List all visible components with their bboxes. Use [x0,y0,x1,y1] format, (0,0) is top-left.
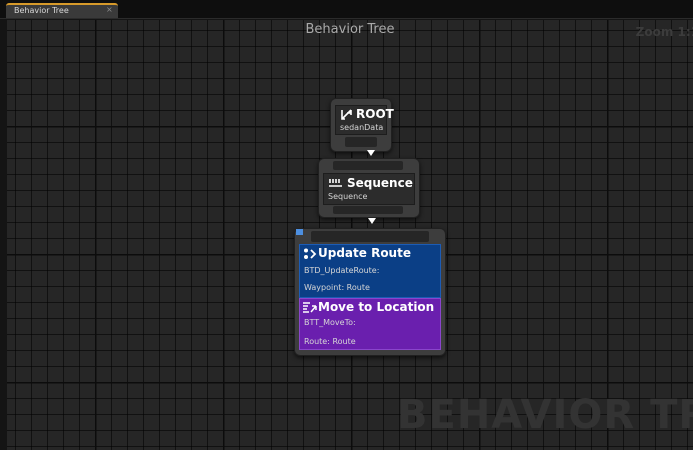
root-icon [341,109,352,123]
tab-behavior-tree[interactable]: Behavior Tree × [6,3,118,18]
move-to-location-task[interactable]: Move to Location BTT_MoveTo: Route: Rout… [299,298,441,350]
sequence-node[interactable]: Sequence Sequence [318,158,420,218]
task-input-pin[interactable] [311,231,429,242]
zoom-level: Zoom 1:1 [635,25,693,39]
move-to-location-title: Move to Location [318,300,435,314]
close-icon[interactable]: × [106,5,113,14]
sequence-input-pin[interactable] [333,161,403,170]
update-route-detail: Waypoint: Route [304,283,370,292]
update-route-subtitle: BTD_UpdateRoute: [304,266,380,275]
sequence-node-body: Sequence Sequence [323,173,415,205]
service-icon [303,248,317,263]
tab-strip: Behavior Tree × [0,0,693,19]
update-route-title: Update Route [318,246,411,260]
move-to-task-node[interactable]: Update Route BTD_UpdateRoute: Waypoint: … [294,228,446,356]
root-node-subtitle: sedanData [340,123,384,132]
execution-index-badge [296,229,303,235]
graph-canvas[interactable]: Behavior Tree Zoom 1:1 BEHAVIOR TREE ROO… [7,20,693,450]
sequence-icon [329,178,343,191]
root-node-title: ROOT [356,107,394,121]
connection-arrow [368,218,376,224]
update-route-decorator[interactable]: Update Route BTD_UpdateRoute: Waypoint: … [299,244,441,298]
root-node[interactable]: ROOT sedanData [330,98,394,152]
root-node-body: ROOT sedanData [335,105,394,135]
tab-label: Behavior Tree [14,6,69,15]
move-to-location-detail: Route: Route [304,337,356,346]
sequence-output-pin[interactable] [333,206,403,214]
root-output-pin[interactable] [345,137,377,147]
move-to-location-subtitle: BTT_MoveTo: [304,318,356,327]
behavior-tree-editor: Behavior Tree × Behavior Tree Zoom 1:1 B… [0,0,693,450]
sequence-node-subtitle: Sequence [328,192,368,201]
watermark: BEHAVIOR TREE [397,392,693,438]
move-to-icon [303,302,317,317]
sequence-node-title: Sequence [347,176,413,190]
graph-title: Behavior Tree [305,22,395,37]
connection-arrow [367,150,375,156]
